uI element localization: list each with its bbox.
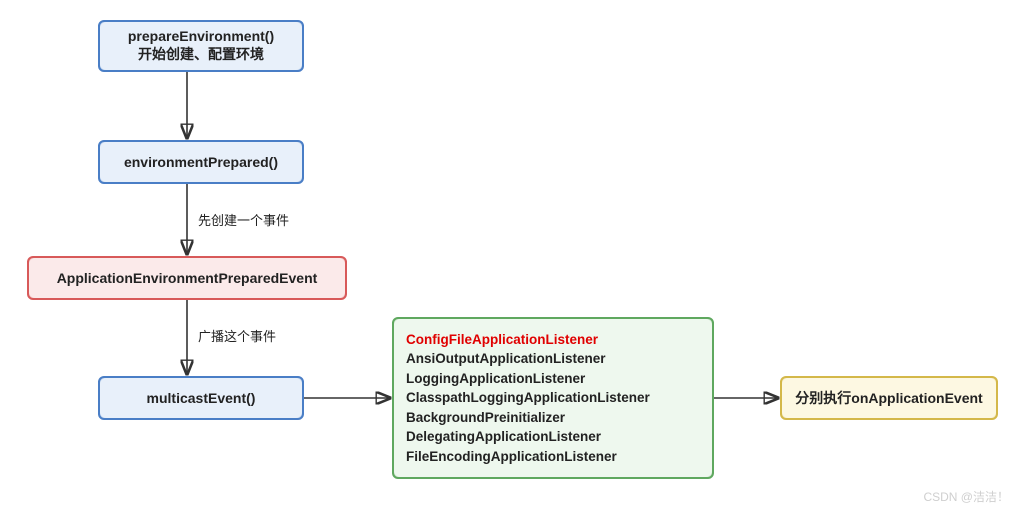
listener-item: ClasspathLoggingApplicationListener	[406, 388, 700, 408]
node-text-line2: 开始创建、配置环境	[138, 44, 264, 64]
node-text-line1: ApplicationEnvironmentPreparedEvent	[57, 270, 318, 286]
node-text-line1: 分别执行onApplicationEvent	[795, 388, 982, 408]
node-text-line1: prepareEnvironment()	[128, 28, 274, 44]
node-listeners-group: ConfigFileApplicationListener AnsiOutput…	[392, 317, 714, 479]
watermark-text: CSDN @洁洁！	[923, 488, 1009, 505]
listeners-list: ConfigFileApplicationListener AnsiOutput…	[406, 330, 700, 467]
listener-item: ConfigFileApplicationListener	[406, 330, 700, 350]
node-environment-prepared: environmentPrepared()	[98, 140, 304, 184]
node-multicast-event: multicastEvent()	[98, 376, 304, 420]
node-on-application-event: 分别执行onApplicationEvent	[780, 376, 998, 420]
listener-item: DelegatingApplicationListener	[406, 427, 700, 447]
node-text-line1: multicastEvent()	[147, 390, 256, 406]
node-application-environment-prepared-event: ApplicationEnvironmentPreparedEvent	[27, 256, 347, 300]
listener-item: BackgroundPreinitializer	[406, 408, 700, 428]
node-prepare-environment: prepareEnvironment() 开始创建、配置环境	[98, 20, 304, 72]
listener-item: AnsiOutputApplicationListener	[406, 349, 700, 369]
node-text-line1: environmentPrepared()	[124, 154, 278, 170]
listener-item: FileEncodingApplicationListener	[406, 447, 700, 467]
edge-label-create-event: 先创建一个事件	[198, 210, 289, 229]
edge-label-broadcast-event: 广播这个事件	[198, 326, 276, 345]
listener-item: LoggingApplicationListener	[406, 369, 700, 389]
